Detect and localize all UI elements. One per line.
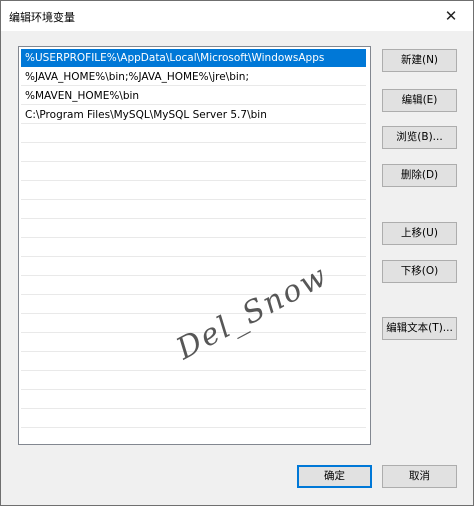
empty-list-row[interactable] <box>21 220 366 238</box>
empty-list-row[interactable] <box>21 125 366 143</box>
cancel-button[interactable]: 取消 <box>382 465 457 488</box>
empty-list-row[interactable] <box>21 372 366 390</box>
delete-button[interactable]: 删除(D) <box>382 164 457 187</box>
empty-list-row[interactable] <box>21 201 366 219</box>
move-up-button[interactable]: 上移(U) <box>382 222 457 245</box>
empty-list-row[interactable] <box>21 182 366 200</box>
empty-list-row[interactable] <box>21 239 366 257</box>
new-button[interactable]: 新建(N) <box>382 49 457 72</box>
title-bar[interactable]: 编辑环境变量 ✕ <box>1 1 473 31</box>
edit-text-button[interactable]: 编辑文本(T)... <box>382 317 457 340</box>
empty-list-row[interactable] <box>21 144 366 162</box>
list-item[interactable]: %USERPROFILE%\AppData\Local\Microsoft\Wi… <box>21 49 366 67</box>
empty-list-row[interactable] <box>21 391 366 409</box>
list-item[interactable]: %MAVEN_HOME%\bin <box>21 87 366 105</box>
browse-button[interactable]: 浏览(B)... <box>382 126 457 149</box>
list-item[interactable]: %JAVA_HOME%\bin;%JAVA_HOME%\jre\bin; <box>21 68 366 86</box>
list-item[interactable]: C:\Program Files\MySQL\MySQL Server 5.7\… <box>21 106 366 124</box>
close-icon[interactable]: ✕ <box>429 1 473 31</box>
empty-list-row[interactable] <box>21 410 366 428</box>
empty-list-row[interactable] <box>21 163 366 181</box>
dialog-title: 编辑环境变量 <box>9 11 75 24</box>
ok-button[interactable]: 确定 <box>297 465 372 488</box>
edit-button[interactable]: 编辑(E) <box>382 89 457 112</box>
move-down-button[interactable]: 下移(O) <box>382 260 457 283</box>
edit-env-var-dialog: 编辑环境变量 ✕ %USERPROFILE%\AppData\Local\Mic… <box>0 0 474 506</box>
path-list[interactable]: %USERPROFILE%\AppData\Local\Microsoft\Wi… <box>18 46 371 445</box>
